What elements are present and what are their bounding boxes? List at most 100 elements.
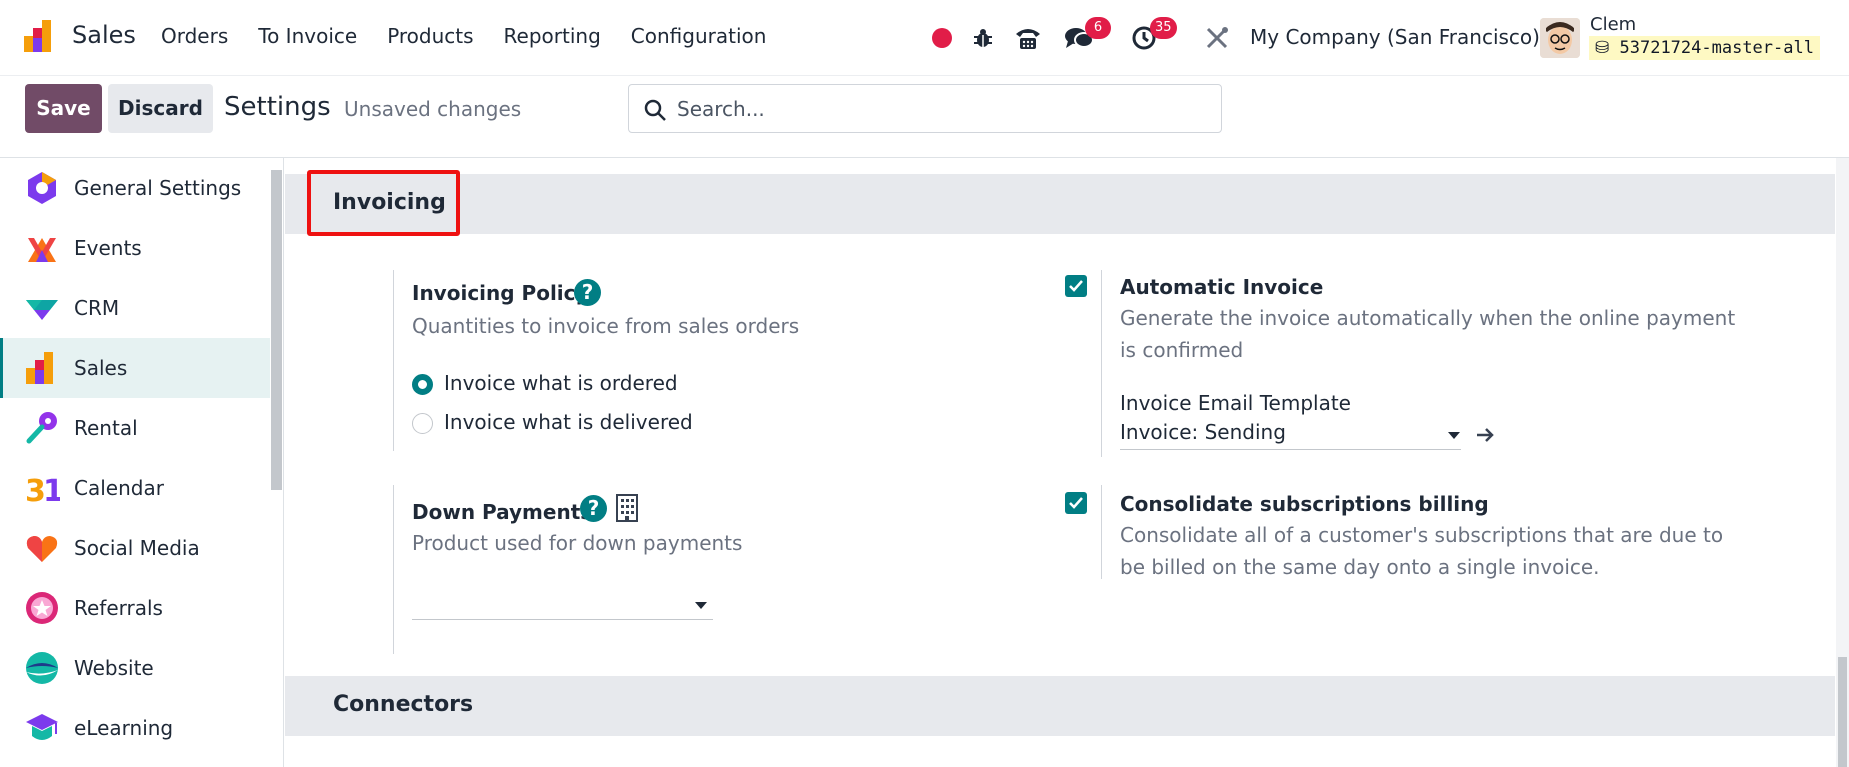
sidebar-item-calendar[interactable]: 3 1 Calendar	[0, 458, 270, 518]
down-payments-title: Down Payments	[412, 500, 593, 524]
voip-button[interactable]	[1014, 0, 1042, 76]
database-label: 53721724-master-all	[1619, 38, 1814, 58]
tools-icon	[1206, 27, 1228, 49]
chevron-down-icon	[1448, 432, 1460, 439]
search-icon	[644, 99, 666, 121]
sidebar-item-label: Sales	[74, 356, 128, 380]
menu-to-invoice[interactable]: To Invoice	[258, 24, 357, 48]
sidebar-item-website[interactable]: Website	[0, 638, 270, 698]
page-title: Settings	[224, 92, 331, 122]
recording-indicator[interactable]	[932, 0, 952, 76]
sales-app-logo-icon[interactable]	[22, 18, 58, 54]
avatar-icon	[1540, 18, 1580, 58]
sidebar-item-social-media[interactable]: Social Media	[0, 518, 270, 578]
setting-divider	[393, 485, 394, 654]
arrow-right-icon[interactable]	[1475, 425, 1495, 445]
radio-label-ordered[interactable]: Invoice what is ordered	[444, 371, 678, 395]
phone-icon	[1016, 29, 1040, 49]
sidebar-scrollbar[interactable]	[271, 170, 282, 490]
sidebar-item-sales[interactable]: Sales	[0, 338, 270, 398]
company-building-icon	[616, 494, 638, 522]
database-name: ⛁ 53721724-master-all	[1589, 36, 1820, 60]
search-box[interactable]	[628, 84, 1222, 133]
invoicing-policy-title: Invoicing Policy	[412, 281, 589, 305]
activities-badge: 35	[1150, 17, 1177, 39]
sidebar-item-general-settings[interactable]: General Settings	[0, 158, 270, 218]
invoice-email-template-select[interactable]: Invoice: Sending	[1120, 420, 1461, 450]
sidebar-item-rental[interactable]: Rental	[0, 398, 270, 458]
setting-divider	[1101, 485, 1102, 579]
settings-sidebar: General Settings Events CRM Sales Rental…	[0, 158, 284, 767]
bug-icon	[974, 29, 992, 47]
consolidate-billing-description: Consolidate all of a customer's subscrip…	[1120, 523, 1724, 579]
menu-reporting[interactable]: Reporting	[504, 24, 601, 48]
annotation-highlight	[307, 170, 460, 236]
settings-content: Invoicing Invoicing Policy ? Quantities …	[285, 158, 1849, 767]
referrals-icon	[26, 592, 58, 624]
sidebar-item-label: Referrals	[74, 596, 163, 620]
record-icon	[932, 28, 952, 48]
automatic-invoice-title: Automatic Invoice	[1120, 275, 1324, 299]
connectors-section-header: Connectors	[285, 676, 1835, 736]
control-panel: Save Discard Settings Unsaved changes	[0, 76, 1849, 158]
save-button[interactable]: Save	[25, 84, 102, 133]
sidebar-item-label: Calendar	[74, 476, 164, 500]
general-settings-icon	[28, 172, 56, 204]
setting-divider	[393, 270, 394, 451]
tools-button[interactable]	[1204, 0, 1230, 76]
down-payments-description: Product used for down payments	[412, 531, 743, 555]
calendar-icon: 3 1	[25, 474, 60, 506]
radio-invoice-delivered[interactable]	[412, 413, 433, 434]
svg-text:1: 1	[43, 474, 60, 506]
messages-button[interactable]	[1064, 0, 1094, 76]
rental-icon	[26, 412, 57, 444]
company-switcher[interactable]: My Company (San Francisco)	[1250, 25, 1540, 49]
consolidate-billing-checkbox[interactable]	[1065, 492, 1087, 514]
help-icon[interactable]: ?	[580, 495, 607, 522]
invoice-email-template-value: Invoice: Sending	[1120, 420, 1286, 444]
automatic-invoice-description: Generate the invoice automatically when …	[1120, 306, 1736, 362]
messages-badge: 6	[1085, 17, 1111, 39]
search-input[interactable]	[677, 85, 1207, 132]
app-name[interactable]: Sales	[72, 21, 136, 49]
debug-button[interactable]	[972, 0, 994, 76]
menu-products[interactable]: Products	[387, 24, 473, 48]
menu-orders[interactable]: Orders	[161, 24, 228, 48]
website-icon	[26, 652, 58, 684]
content-scrollbar-thumb[interactable]	[1838, 657, 1847, 767]
radio-invoice-ordered[interactable]	[412, 374, 433, 395]
menu-configuration[interactable]: Configuration	[631, 24, 767, 48]
check-icon	[1069, 497, 1083, 509]
sidebar-item-events[interactable]: Events	[0, 218, 270, 278]
radio-label-delivered[interactable]: Invoice what is delivered	[444, 410, 693, 434]
setting-divider	[1101, 270, 1102, 457]
chevron-down-icon	[695, 602, 707, 609]
invoice-email-template-label: Invoice Email Template	[1120, 391, 1351, 415]
top-navbar: Sales Orders To Invoice Products Reporti…	[0, 0, 1849, 76]
sales-icon	[26, 352, 53, 384]
sidebar-item-label: Rental	[74, 416, 138, 440]
main-menu: Orders To Invoice Products Reporting Con…	[161, 24, 796, 48]
user-avatar[interactable]	[1540, 18, 1580, 58]
crm-icon	[26, 300, 58, 320]
sidebar-item-label: Events	[74, 236, 142, 260]
user-name[interactable]: Clem	[1590, 14, 1636, 35]
sidebar-item-label: eLearning	[74, 716, 174, 740]
consolidate-billing-title: Consolidate subscriptions billing	[1120, 492, 1489, 516]
sidebar-item-elearning[interactable]: eLearning	[0, 698, 270, 758]
elearning-icon	[26, 714, 58, 740]
help-icon[interactable]: ?	[574, 279, 601, 306]
sidebar-item-referrals[interactable]: Referrals	[0, 578, 270, 638]
check-icon	[1069, 280, 1083, 292]
unsaved-status: Unsaved changes	[344, 97, 522, 121]
down-payment-product-select[interactable]	[412, 590, 713, 620]
automatic-invoice-checkbox[interactable]	[1065, 275, 1087, 297]
events-icon	[28, 238, 56, 262]
sidebar-item-crm[interactable]: CRM	[0, 278, 270, 338]
sidebar-item-label: General Settings	[74, 176, 242, 200]
sidebar-item-label: CRM	[74, 296, 120, 320]
sidebar-item-label: Social Media	[74, 536, 200, 560]
discard-button[interactable]: Discard	[108, 84, 213, 133]
activities-button[interactable]	[1131, 0, 1157, 76]
invoicing-policy-description: Quantities to invoice from sales orders	[412, 314, 800, 338]
